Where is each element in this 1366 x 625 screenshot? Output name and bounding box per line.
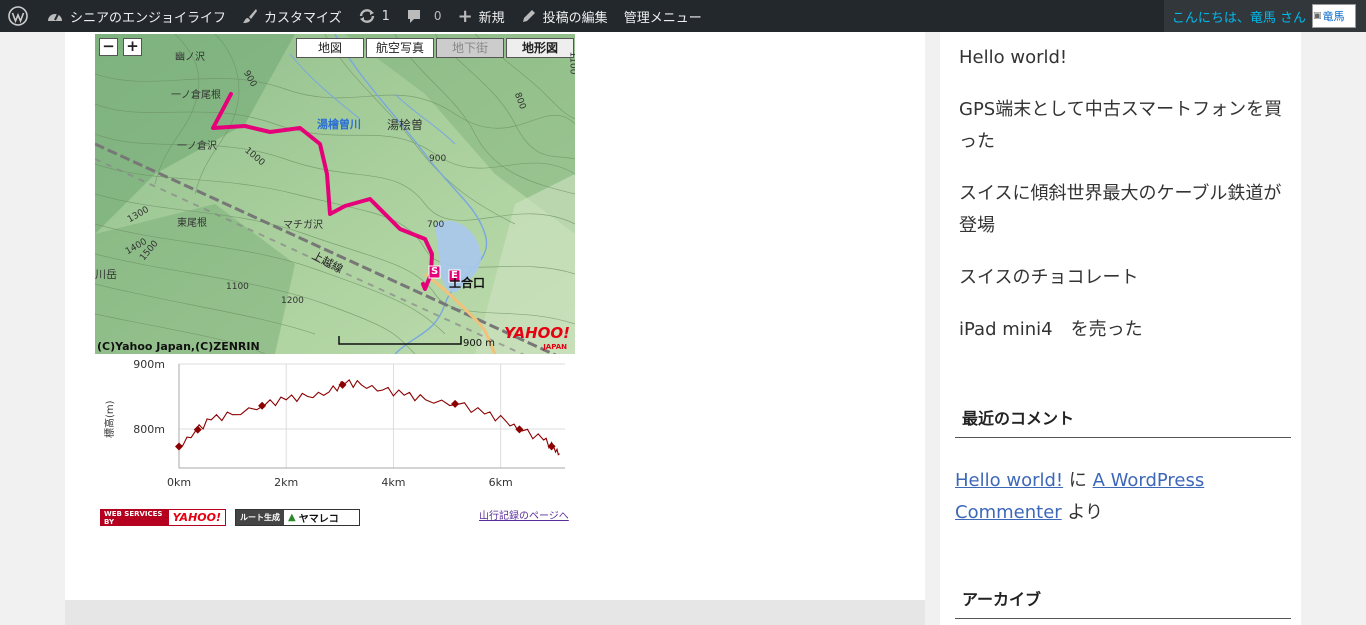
recent-post-link[interactable]: スイスのチョコレート [959,262,1291,294]
contour-label: 1100 [567,51,575,75]
comment-connector: に [1063,470,1093,491]
site-name: シニアのエンジョイライフ [70,10,227,26]
tab-map[interactable]: 地図 [296,38,364,58]
map-label-top-sawa: 幽ノ沢 [175,52,205,63]
mountain-icon: ▲ [288,512,296,523]
pencil-icon [521,8,537,24]
customize-link[interactable]: カスタマイズ [234,0,350,32]
recent-comment: Hello world! に A WordPress Commenter より [955,465,1255,529]
route-map[interactable]: − + 地図 航空写真 地下街 地形図 幽ノ沢 一ノ倉尾根 一ノ倉沢 湯檜曽川 … [95,34,575,354]
tab-underground[interactable]: 地下街 [436,38,504,58]
yamareco-badge-text: ヤマレコ [298,514,339,525]
content-footer-area [65,600,925,625]
yamareco-badge-left: ルート生成 [236,510,284,525]
wordpress-icon [8,6,28,26]
widget-divider [955,618,1291,619]
user-avatar[interactable]: ▣ 竜馬 [1312,4,1356,28]
admin-menu-label: 管理メニュー [623,10,702,26]
yahoo-logo-sub: JAPAN [543,343,567,351]
climb-record-link[interactable]: 山行記録のページへ [479,507,569,522]
map-label-yubisogawa: 湯檜曽川 [317,118,361,131]
archive-title: アーカイブ [962,590,1042,609]
recent-post-link[interactable]: GPS端末として中古スマートフォンを買った [959,94,1291,158]
greeting-text: こんにちは、竜馬 さん [1171,10,1306,26]
elevation-y-axis-label: 標高(m) [105,400,116,438]
map-label-ichinokurazawa: 一ノ倉沢 [177,141,217,152]
x-tick-label: 0km [167,476,191,489]
x-tick-label: 6km [489,476,513,489]
comment-post-link[interactable]: Hello world! [955,470,1063,491]
contour-label: 700 [427,220,445,230]
waypoint-marker [338,380,347,389]
customize-label: カスタマイズ [264,10,342,26]
avatar-alt-text: 竜馬 [1322,10,1345,23]
recent-post-link[interactable]: iPad mini4 を売った [959,314,1291,346]
updates-link[interactable]: 1 [350,0,398,32]
contour-label: 1200 [281,296,304,306]
recent-comments-title: 最近のコメント [962,409,1075,428]
map-label-ichinokuraone: 一ノ倉尾根 [171,90,221,101]
contour-label: 900 [429,154,447,164]
map-label-yubiso: 湯桧曽 [387,118,424,132]
new-content-menu[interactable]: + 新規 [450,0,513,32]
map-label-higashione: 東尾根 [177,218,207,229]
contour-label: 1100 [226,282,249,292]
elevation-series-line [178,379,560,456]
x-tick-label: 2km [274,476,298,489]
map-label-ryudake: 川岳 [95,268,117,281]
map-type-tabs: 地図 航空写真 地下街 地形図 [296,38,575,58]
recent-post-link[interactable]: Hello world! [959,42,1291,74]
edit-post-label: 投稿の編集 [542,10,608,26]
comment-suffix: より [1061,502,1104,523]
map-copyright: (C)Yahoo Japan,(C)ZENRIN [97,340,260,353]
wordpress-logo-menu[interactable] [0,0,38,32]
yamareco-badge-right: ▲ ヤマレコ [284,510,343,525]
dashboard-gauge-icon [46,8,64,24]
comments-count: 0 [433,9,442,23]
yahoo-badge-left: WEB SERVICES BY [101,510,169,526]
waypoint-marker [175,442,183,451]
topographic-map-canvas [95,34,575,354]
elevation-chart: 900m 800m 0km 2km 4km 6km 標高(m) [95,354,575,494]
tab-aerial-photo[interactable]: 航空写真 [366,38,434,58]
updates-refresh-icon [358,8,376,24]
paintbrush-icon [242,8,258,24]
recent-post-link[interactable]: スイスに傾斜世界最大のケーブル鉄道が登場 [959,178,1291,242]
admin-bar: シニアのエンジョイライフ カスタマイズ 1 0 + 新規 投稿の編集 管理メニュ… [0,0,1366,32]
zoom-in-button[interactable]: + [123,38,142,56]
map-scale-label: 900 m [463,338,496,349]
admin-menu-link[interactable]: 管理メニュー [616,0,710,32]
comments-link[interactable]: 0 [398,0,450,32]
site-name-menu[interactable]: シニアのエンジョイライフ [38,0,234,32]
broken-image-icon: ▣ [1313,11,1322,21]
map-label-machigasawa: マチガ沢 [283,220,323,231]
waypoint-marker [515,425,524,434]
route-start-marker: S [431,266,439,277]
new-label: 新規 [478,10,505,26]
updates-count: 1 [381,8,390,24]
tab-topographic[interactable]: 地形図 [506,38,574,58]
y-tick-label: 900m [133,358,165,371]
elevation-chart-svg: 900m 800m 0km 2km 4km 6km [133,358,565,489]
yahoo-web-services-badge[interactable]: WEB SERVICES BY YAHOO! [100,509,226,526]
yamareco-badge[interactable]: ルート生成 ▲ ヤマレコ [235,509,360,526]
yahoo-logo: YAHOO! [504,324,570,342]
y-tick-label: 800m [133,423,165,436]
widget-divider [955,437,1291,438]
yahoo-badge-right: YAHOO! [172,511,221,524]
x-tick-label: 4km [381,476,405,489]
edit-post-link[interactable]: 投稿の編集 [513,0,616,32]
route-end-marker: E [451,270,458,281]
my-account-menu[interactable]: こんにちは、竜馬 さん ▣ 竜馬 [1163,0,1366,32]
comment-bubble-icon [406,8,422,24]
zoom-out-button[interactable]: − [99,38,118,56]
plus-icon: + [457,5,473,27]
waypoint-marker [451,399,460,408]
